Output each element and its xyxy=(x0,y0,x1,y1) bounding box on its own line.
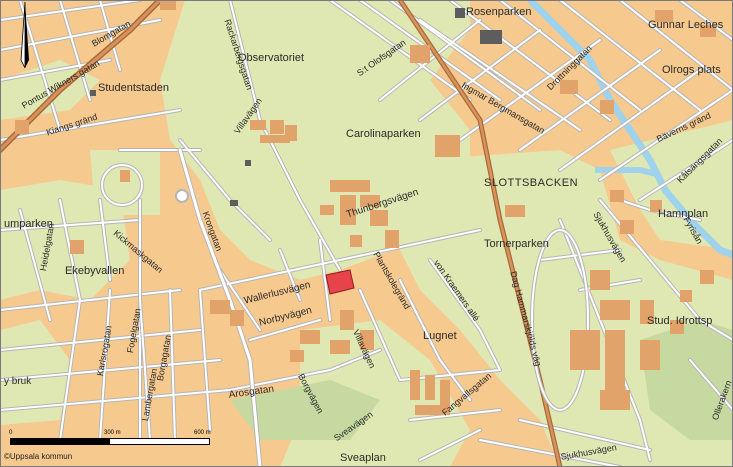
map-view[interactable]: Observatoriet Studentstaden Carolinapark… xyxy=(0,0,733,467)
scale-label-0: 0 xyxy=(9,430,13,436)
scale-label-300: 300 m xyxy=(104,430,121,436)
copyright-text: ©Uppsala kommun xyxy=(4,452,73,461)
north-arrow-icon xyxy=(20,1,29,69)
roundabout-center xyxy=(175,189,189,203)
scale-bar-graphic xyxy=(10,438,210,445)
scale-label-600: 600 m xyxy=(194,430,211,436)
map-canvas[interactable] xyxy=(0,0,733,467)
